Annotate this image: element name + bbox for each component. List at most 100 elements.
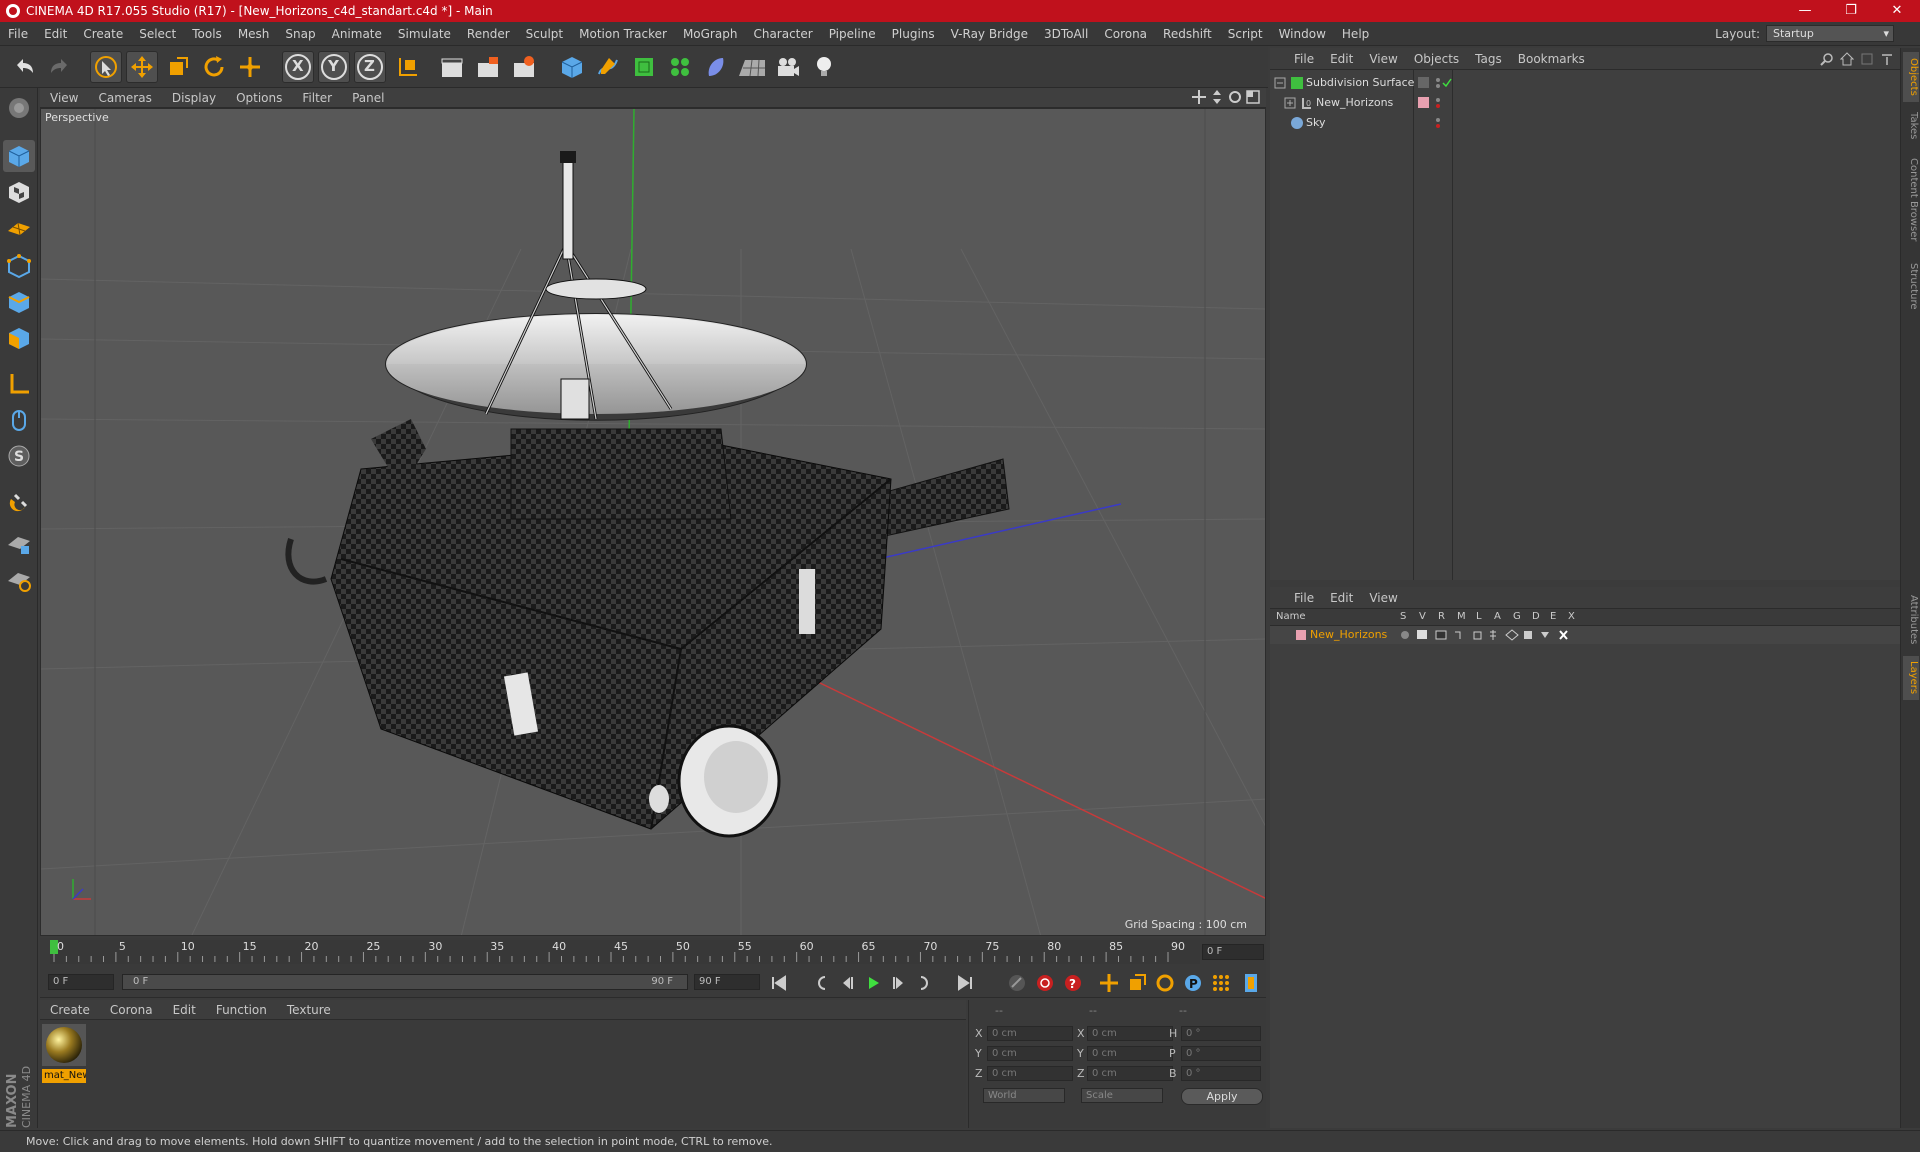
frame-range-slider[interactable]: 0 F 90 F bbox=[122, 974, 688, 990]
lock-workplane-button[interactable] bbox=[3, 528, 35, 560]
coord-size-z-field[interactable]: 0 cm bbox=[1087, 1066, 1173, 1081]
tab-content-browser[interactable]: Content Browser bbox=[1903, 150, 1919, 250]
object-row-subdivision-surface[interactable]: Subdivision Surface bbox=[1270, 73, 1900, 93]
menu-animate[interactable]: Animate bbox=[324, 27, 390, 41]
coord-size-x-field[interactable]: 0 cm bbox=[1087, 1026, 1173, 1041]
menu-character[interactable]: Character bbox=[745, 27, 820, 41]
coordinate-system-button[interactable] bbox=[392, 51, 424, 83]
keyframe-selection-button[interactable]: ? bbox=[1062, 972, 1084, 994]
start-frame-field[interactable]: 0 F bbox=[48, 974, 114, 990]
layer-menu-file[interactable]: File bbox=[1270, 591, 1322, 605]
menu-sculpt[interactable]: Sculpt bbox=[518, 27, 571, 41]
viewport-menu-options[interactable]: Options bbox=[226, 91, 292, 105]
layer-col-x[interactable]: X bbox=[1568, 611, 1575, 622]
menu-script[interactable]: Script bbox=[1220, 27, 1271, 41]
menu-render[interactable]: Render bbox=[459, 27, 518, 41]
move-tool-button[interactable] bbox=[126, 51, 158, 83]
layer-color-icon[interactable] bbox=[1418, 97, 1442, 109]
material-menu-create[interactable]: Create bbox=[40, 1003, 100, 1017]
menu-tools[interactable]: Tools bbox=[184, 27, 230, 41]
menu-simulate[interactable]: Simulate bbox=[390, 27, 459, 41]
position-key-button[interactable] bbox=[1098, 972, 1120, 994]
coord-pos-z-field[interactable]: 0 cm bbox=[987, 1066, 1073, 1081]
scale-key-button[interactable] bbox=[1126, 972, 1148, 994]
menu-corona[interactable]: Corona bbox=[1096, 27, 1155, 41]
layer-col-e[interactable]: E bbox=[1550, 611, 1556, 622]
layer-col-s[interactable]: S bbox=[1400, 611, 1406, 622]
live-selection-button[interactable] bbox=[234, 51, 266, 83]
expand-toggle-icon[interactable] bbox=[1284, 97, 1296, 109]
viewport-menu-panel[interactable]: Panel bbox=[342, 91, 394, 105]
tweak-mode-button[interactable] bbox=[3, 404, 35, 436]
object-home-icon[interactable] bbox=[1840, 52, 1854, 66]
material-swatch[interactable]: mat_New bbox=[42, 1024, 86, 1083]
subdivision-surface-button[interactable] bbox=[628, 51, 660, 83]
coord-rot-p-field[interactable]: 0 ° bbox=[1181, 1046, 1261, 1061]
tab-objects[interactable]: Objects bbox=[1903, 52, 1919, 102]
menu-window[interactable]: Window bbox=[1271, 27, 1334, 41]
render-to-picture-viewer-button[interactable] bbox=[472, 51, 504, 83]
layer-row-new-horizons[interactable]: New_Horizons bbox=[1270, 626, 1900, 644]
material-menu-edit[interactable]: Edit bbox=[163, 1003, 206, 1017]
layer-color-swatch-icon[interactable] bbox=[1296, 630, 1306, 640]
axis-mode-button[interactable] bbox=[3, 368, 35, 400]
polygons-mode-button[interactable] bbox=[3, 322, 35, 354]
layer-col-a[interactable]: A bbox=[1494, 611, 1501, 622]
layer-toggle-icons[interactable] bbox=[1400, 629, 1590, 641]
layer-col-l[interactable]: L bbox=[1476, 611, 1482, 622]
redo-button[interactable] bbox=[44, 51, 76, 83]
point-level-key-button[interactable] bbox=[1210, 972, 1232, 994]
menu-edit[interactable]: Edit bbox=[36, 27, 75, 41]
solo-mode-button[interactable]: S bbox=[3, 440, 35, 472]
collapse-toggle-icon[interactable] bbox=[1274, 77, 1286, 89]
coord-scale-select[interactable]: Scale bbox=[1081, 1088, 1163, 1103]
layer-col-d[interactable]: D bbox=[1532, 611, 1540, 622]
workplane-mode-button[interactable] bbox=[3, 212, 35, 244]
coord-world-select[interactable]: World bbox=[983, 1088, 1065, 1103]
layer-col-v[interactable]: V bbox=[1419, 611, 1426, 622]
viewport-menu-display[interactable]: Display bbox=[162, 91, 226, 105]
layer-menu-view[interactable]: View bbox=[1361, 591, 1405, 605]
viewport-zoom-icon[interactable] bbox=[1210, 90, 1224, 104]
go-to-end-button[interactable] bbox=[954, 972, 976, 994]
next-frame-button[interactable] bbox=[888, 972, 910, 994]
layer-menu-edit[interactable]: Edit bbox=[1322, 591, 1361, 605]
cube-object-button[interactable] bbox=[556, 51, 588, 83]
object-menu-objects[interactable]: Objects bbox=[1406, 52, 1467, 66]
timeline-ruler[interactable]: 0 5 10 15 20 25 30 35 40 45 50 55 60 65 70 75 80 85 90 0 F bbox=[40, 938, 1266, 966]
layer-col-name[interactable]: Name bbox=[1276, 611, 1306, 622]
play-button[interactable] bbox=[862, 972, 884, 994]
render-view-button[interactable] bbox=[436, 51, 468, 83]
menu-mograph[interactable]: MoGraph bbox=[675, 27, 746, 41]
coord-rot-h-field[interactable]: 0 ° bbox=[1181, 1026, 1261, 1041]
viewport-maximize-icon[interactable] bbox=[1246, 90, 1260, 104]
menu-snap[interactable]: Snap bbox=[277, 27, 323, 41]
timeline-window-button[interactable] bbox=[1240, 972, 1262, 994]
menu-help[interactable]: Help bbox=[1334, 27, 1377, 41]
z-axis-button[interactable]: Z bbox=[354, 51, 386, 83]
menu-motion-tracker[interactable]: Motion Tracker bbox=[571, 27, 675, 41]
viewport-menu-filter[interactable]: Filter bbox=[292, 91, 342, 105]
menu-create[interactable]: Create bbox=[75, 27, 131, 41]
previous-frame-button[interactable] bbox=[836, 972, 858, 994]
record-keys-button[interactable] bbox=[1006, 972, 1028, 994]
rotation-key-button[interactable] bbox=[1154, 972, 1176, 994]
layer-col-m[interactable]: M bbox=[1457, 611, 1466, 622]
scale-tool-button[interactable] bbox=[162, 51, 194, 83]
undo-button[interactable] bbox=[8, 51, 40, 83]
viewport-menu-view[interactable]: View bbox=[40, 91, 88, 105]
coord-pos-x-field[interactable]: 0 cm bbox=[987, 1026, 1073, 1041]
object-row-new-horizons[interactable]: 0 New_Horizons bbox=[1270, 93, 1900, 113]
viewport-move-icon[interactable] bbox=[1192, 90, 1206, 104]
tab-layers[interactable]: Layers bbox=[1903, 656, 1919, 700]
material-menu-function[interactable]: Function bbox=[206, 1003, 277, 1017]
tab-attributes[interactable]: Attributes bbox=[1903, 588, 1919, 652]
object-expand-icon[interactable] bbox=[1880, 52, 1894, 66]
camera-object-button[interactable] bbox=[772, 51, 804, 83]
render-settings-button[interactable] bbox=[508, 51, 540, 83]
object-menu-file[interactable]: File bbox=[1270, 52, 1322, 66]
object-search-icon[interactable] bbox=[1820, 52, 1834, 66]
coord-size-y-field[interactable]: 0 cm bbox=[1087, 1046, 1173, 1061]
close-button[interactable]: ✕ bbox=[1874, 0, 1920, 22]
layout-select[interactable]: Startup bbox=[1766, 25, 1894, 42]
